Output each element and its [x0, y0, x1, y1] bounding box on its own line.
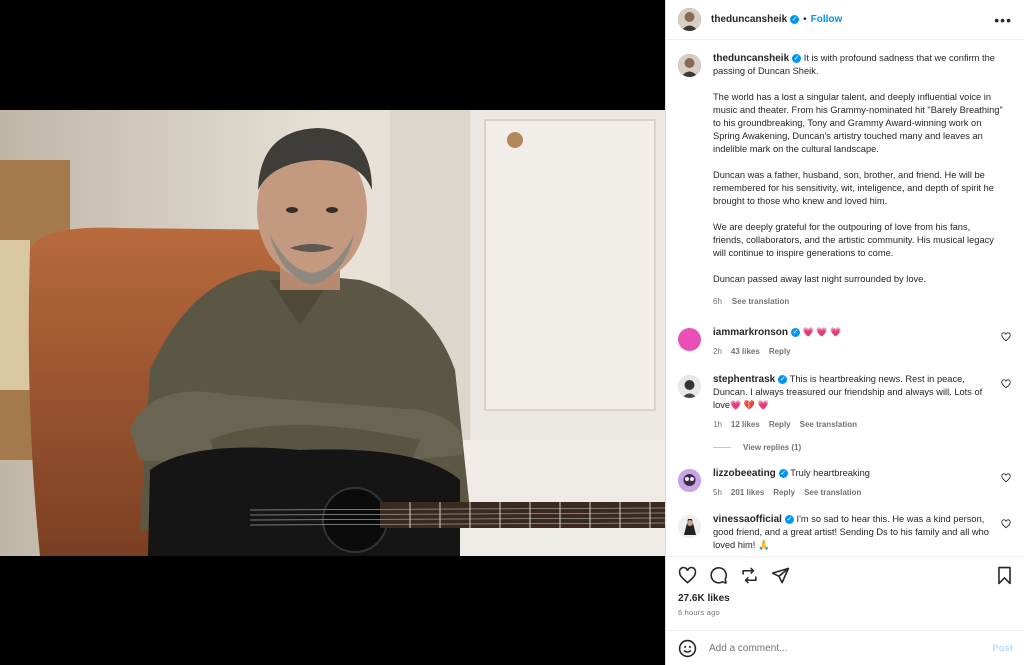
- author-avatar[interactable]: [678, 8, 701, 31]
- post-photo[interactable]: [0, 110, 665, 556]
- view-replies-button[interactable]: View replies (1): [713, 443, 1013, 452]
- comment-meta: 2h 43 likes Reply: [713, 345, 998, 358]
- caption-author-avatar[interactable]: [678, 54, 701, 77]
- reply-button[interactable]: Reply: [773, 486, 795, 499]
- comment-hearts: 💗 💔 💗: [730, 400, 769, 410]
- post-timestamp: 6 hours ago: [678, 608, 720, 617]
- comment-input[interactable]: [709, 642, 993, 654]
- bookmark-icon[interactable]: [996, 566, 1013, 585]
- post-sidebar: theduncansheik ✓ • Follow ••• theduncans…: [665, 0, 1024, 665]
- view-replies-label: View replies (1): [743, 443, 802, 452]
- comment-likes[interactable]: 43 likes: [731, 345, 760, 358]
- commenter-avatar[interactable]: [678, 328, 701, 351]
- likes-count[interactable]: 27.6K likes: [678, 593, 1013, 604]
- see-translation-link[interactable]: See translation: [732, 295, 789, 308]
- heart-icon[interactable]: [678, 566, 697, 585]
- comment-item: lizzobeeating ✓ Truly heartbreaking 5h 20…: [678, 467, 1013, 499]
- comments-list[interactable]: theduncansheik ✓ It is with profound sadn…: [666, 42, 1024, 554]
- comment-likes[interactable]: 12 likes: [731, 418, 760, 431]
- like-comment-heart-icon[interactable]: [1001, 519, 1011, 529]
- caption-author[interactable]: theduncansheik: [713, 53, 789, 64]
- post-caption: theduncansheik ✓ It is with profound sadn…: [678, 52, 1013, 308]
- verified-badge-icon: ✓: [778, 469, 788, 479]
- like-comment-heart-icon[interactable]: [1001, 473, 1011, 483]
- caption-paragraph-3: Duncan was a father, husband, son, broth…: [713, 170, 994, 206]
- commenter-username[interactable]: lizzobeeating: [713, 468, 776, 479]
- reply-button[interactable]: Reply: [769, 418, 791, 431]
- post-comment-button[interactable]: Post: [992, 643, 1013, 654]
- verified-badge-icon: ✓: [784, 515, 794, 525]
- like-comment-heart-icon[interactable]: [1001, 332, 1011, 342]
- commenter-avatar[interactable]: [678, 375, 701, 398]
- comment-age: 2h: [713, 347, 722, 356]
- post-header: theduncansheik ✓ • Follow •••: [666, 0, 1024, 40]
- action-icon-row: [678, 565, 1013, 585]
- comment-meta: 5h 201 likes Reply See translation: [713, 486, 998, 499]
- caption-paragraph-5: Duncan passed away last night surrounded…: [713, 274, 926, 284]
- verified-badge-icon: ✓: [790, 15, 800, 24]
- comment-meta: 1h 12 likes Reply See translation: [713, 418, 998, 431]
- verified-badge-icon: ✓: [778, 375, 788, 385]
- post-media[interactable]: [0, 0, 665, 665]
- like-comment-heart-icon[interactable]: [1001, 379, 1011, 389]
- add-comment-bar: Post: [666, 630, 1024, 665]
- caption-paragraph-4: We are deeply grateful for the outpourin…: [713, 222, 994, 258]
- commenter-username[interactable]: vinessaofficial: [713, 514, 782, 525]
- see-translation-link[interactable]: See translation: [804, 486, 861, 499]
- follow-button[interactable]: Follow: [811, 14, 843, 25]
- more-options-icon[interactable]: •••: [994, 12, 1012, 28]
- send-icon[interactable]: [771, 566, 790, 585]
- caption-text: theduncansheik ✓ It is with profound sadn…: [713, 52, 1003, 308]
- commenter-avatar[interactable]: [678, 515, 701, 538]
- commenter-username[interactable]: stephentrask: [713, 374, 775, 385]
- post-actions: 27.6K likes 6 hours ago: [666, 556, 1024, 630]
- verified-badge-icon: ✓: [792, 54, 802, 64]
- commenter-username[interactable]: iammarkronson: [713, 327, 788, 338]
- comment-text: Truly heartbreaking: [790, 468, 870, 478]
- emoji-icon[interactable]: [678, 639, 697, 658]
- divider-line: [713, 447, 731, 448]
- verified-badge-icon: ✓: [791, 328, 801, 338]
- comment-item: vinessaofficial ✓ I'm so sad to hear this…: [678, 513, 1013, 552]
- comment-age: 5h: [713, 488, 722, 497]
- share-icon[interactable]: [740, 566, 759, 585]
- caption-paragraph-2: The world has a lost a singular talent, …: [713, 92, 1003, 154]
- separator-dot: •: [803, 14, 807, 25]
- comment-likes[interactable]: 201 likes: [731, 486, 764, 499]
- author-username[interactable]: theduncansheik: [711, 14, 787, 25]
- comment-item: iammarkronson ✓ 💗 💗 💗 2h 43 likes Reply: [678, 326, 1013, 358]
- comment-age: 1h: [713, 420, 722, 429]
- comment-hearts: 💗 💗 💗: [802, 327, 842, 337]
- comment-icon[interactable]: [709, 566, 728, 585]
- commenter-avatar[interactable]: [678, 469, 701, 492]
- see-translation-link[interactable]: See translation: [800, 418, 857, 431]
- caption-age: 6h: [713, 297, 722, 306]
- caption-meta: 6h See translation: [713, 295, 1003, 308]
- comment-item: stephentrask ✓ This is heartbreaking news…: [678, 373, 1013, 431]
- reply-button[interactable]: Reply: [769, 345, 791, 358]
